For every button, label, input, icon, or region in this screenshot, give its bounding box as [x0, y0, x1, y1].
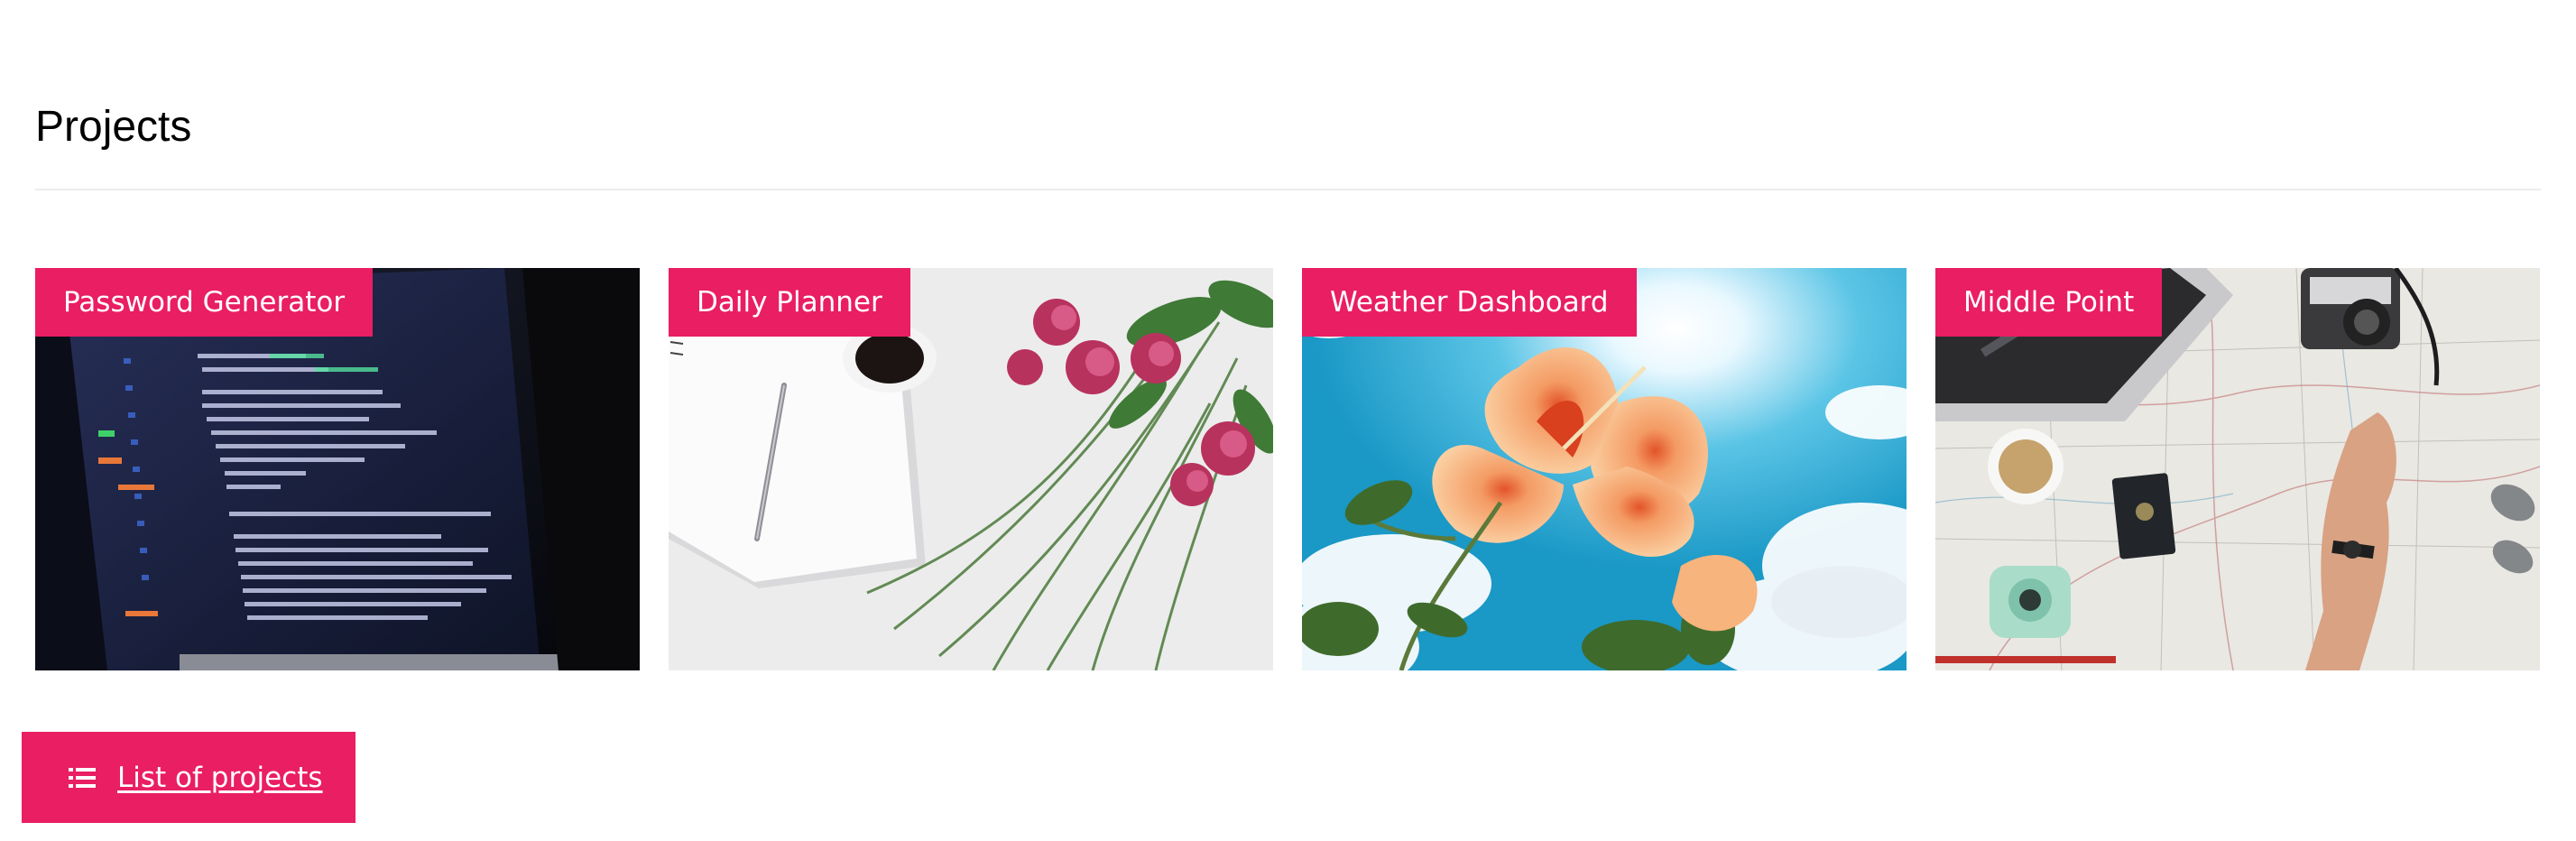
list-icon — [69, 767, 96, 788]
projects-page: Projects Password Generator Daily Planne… — [0, 0, 2576, 841]
project-gallery: Password Generator Daily Planner Weather… — [35, 268, 2541, 670]
project-card-label: Weather Dashboard — [1302, 268, 1637, 337]
project-card-daily-planner[interactable]: Daily Planner — [669, 268, 1273, 670]
project-card-middle-point[interactable]: Middle Point — [1935, 268, 2540, 670]
project-card-password-generator[interactable]: Password Generator — [35, 268, 640, 670]
list-of-projects-button[interactable]: List of projects — [22, 732, 355, 823]
project-card-weather-dashboard[interactable]: Weather Dashboard — [1302, 268, 1907, 670]
list-of-projects-label: List of projects — [117, 761, 323, 794]
divider — [35, 189, 2541, 190]
project-card-label: Middle Point — [1935, 268, 2163, 337]
page-title: Projects — [35, 103, 192, 151]
project-card-label: Password Generator — [35, 268, 374, 337]
project-card-label: Daily Planner — [669, 268, 910, 337]
